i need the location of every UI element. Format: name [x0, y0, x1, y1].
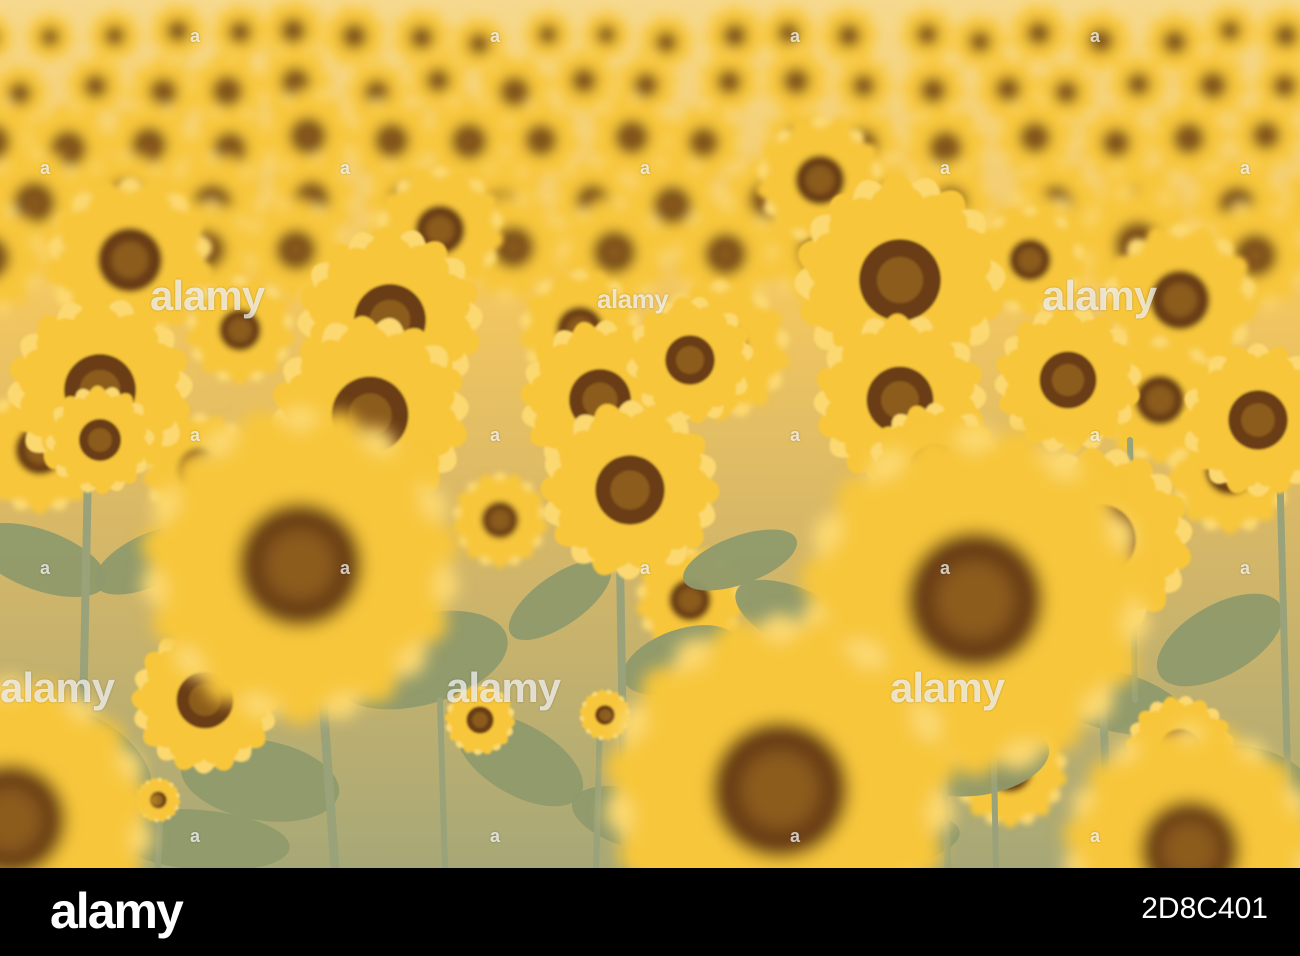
sunflower: [87, 8, 142, 63]
flower-center-inner: [369, 85, 384, 100]
flower-center-inner: [921, 28, 934, 41]
flower-center-inner: [472, 712, 488, 728]
flower-center-inner: [1241, 403, 1275, 437]
flower-center-inner: [233, 25, 247, 39]
sunflower-photo: a a a a a a a a a alamy alamy alamy a a …: [0, 0, 1300, 868]
flower-center-inner: [1146, 386, 1174, 414]
flower-center-inner: [1279, 28, 1293, 43]
flower-center-inner: [1051, 363, 1085, 397]
flower-center-inner: [108, 29, 121, 42]
flower-center-inner: [576, 73, 592, 88]
sunflower-scene: [0, 0, 1300, 868]
flower-center-inner: [782, 26, 795, 40]
flower-center-inner: [713, 242, 738, 267]
flower-center-inner: [542, 28, 554, 41]
flower-center-inner: [426, 216, 454, 244]
sunflower: [1229, 99, 1300, 172]
sunflower: [522, 8, 574, 61]
flower-center-inner: [1167, 35, 1182, 49]
flower-center-inner: [1131, 77, 1145, 91]
stem: [155, 817, 163, 868]
flower-center-inner: [660, 36, 673, 49]
flower-center-inner: [610, 470, 650, 510]
flower-center-inner: [13, 86, 27, 100]
flower-center-inner: [600, 29, 612, 41]
flower-center-inner: [297, 125, 319, 147]
flower-center-inner: [347, 29, 362, 44]
flower-center-inner: [1031, 26, 1046, 41]
flower-center-inner: [936, 138, 955, 158]
flower-center-inner: [857, 79, 871, 93]
flower-center-inner: [58, 138, 79, 159]
flower-center-inner: [1163, 283, 1197, 317]
flower-center-inner: [788, 73, 804, 89]
flower-center-inner: [1205, 77, 1221, 94]
flower-center-inner: [414, 31, 429, 45]
flower-center-inner: [287, 73, 304, 91]
flower-center-inner: [1277, 79, 1292, 93]
flower-center-inner: [171, 24, 185, 38]
stem: [593, 717, 603, 868]
flower-center-inner: [676, 346, 704, 374]
flower-center-inner: [1258, 127, 1274, 144]
image-id: 2D8C401: [1141, 892, 1268, 925]
flower-center-inner: [153, 795, 163, 805]
flower-center-inner: [1026, 128, 1044, 147]
flower-center-inner: [842, 29, 856, 43]
flower-center-inner: [973, 35, 987, 48]
flower-center-inner: [431, 73, 445, 88]
flower-center-inner: [88, 428, 112, 452]
flower-center-inner: [1059, 85, 1074, 100]
flower-center-inner: [1179, 129, 1198, 148]
sunflower: [697, 50, 761, 114]
flower-center-inner: [44, 31, 56, 43]
flower-center-inner: [286, 23, 301, 38]
flower-center-inner: [501, 235, 526, 260]
flower-center-inner: [1224, 24, 1236, 37]
flower-center-inner: [472, 37, 486, 50]
flower-center-inner: [155, 84, 172, 101]
flower-center-inner: [531, 131, 550, 150]
flower-center-inner: [741, 751, 819, 829]
flower-center-inner: [695, 133, 713, 151]
flower-center-inner: [139, 134, 159, 155]
flower-center-inner: [678, 588, 702, 612]
flower-center-inner: [218, 82, 236, 100]
flower-center-inner: [639, 77, 654, 93]
flower-center-inner: [936, 561, 1014, 639]
flower-center-inner: [458, 131, 480, 152]
flower-center-inner: [88, 79, 103, 93]
flower-center-inner: [1108, 134, 1125, 151]
flower-center-inner: [489, 509, 511, 531]
flower-center-inner: [220, 139, 240, 159]
flower-center-inner: [876, 256, 924, 304]
brand-logo[interactable]: alamy: [50, 882, 184, 940]
flower-center-inner: [381, 130, 402, 151]
flower-center-inner: [228, 318, 252, 342]
flower-center-inner: [599, 709, 611, 721]
flower-center-inner: [1093, 33, 1108, 48]
flower-center-inner: [661, 194, 684, 216]
flower-center-inner: [22, 190, 46, 215]
flower-center-inner: [506, 83, 524, 101]
flower-center-inner: [806, 166, 834, 194]
flower-center-inner: [925, 83, 941, 98]
flower-center-inner: [622, 127, 642, 147]
footer-bar: alamy 2D8C401: [0, 868, 1300, 956]
flower-center-inner: [1000, 81, 1016, 97]
flower-center-inner: [111, 241, 149, 279]
flower-center-inner: [602, 240, 627, 265]
flower-center-inner: [284, 238, 308, 262]
flower-center-inner: [265, 530, 335, 600]
flower-center-inner: [728, 28, 742, 43]
flower-center-inner: [722, 74, 737, 89]
flower-center-inner: [1018, 248, 1042, 272]
